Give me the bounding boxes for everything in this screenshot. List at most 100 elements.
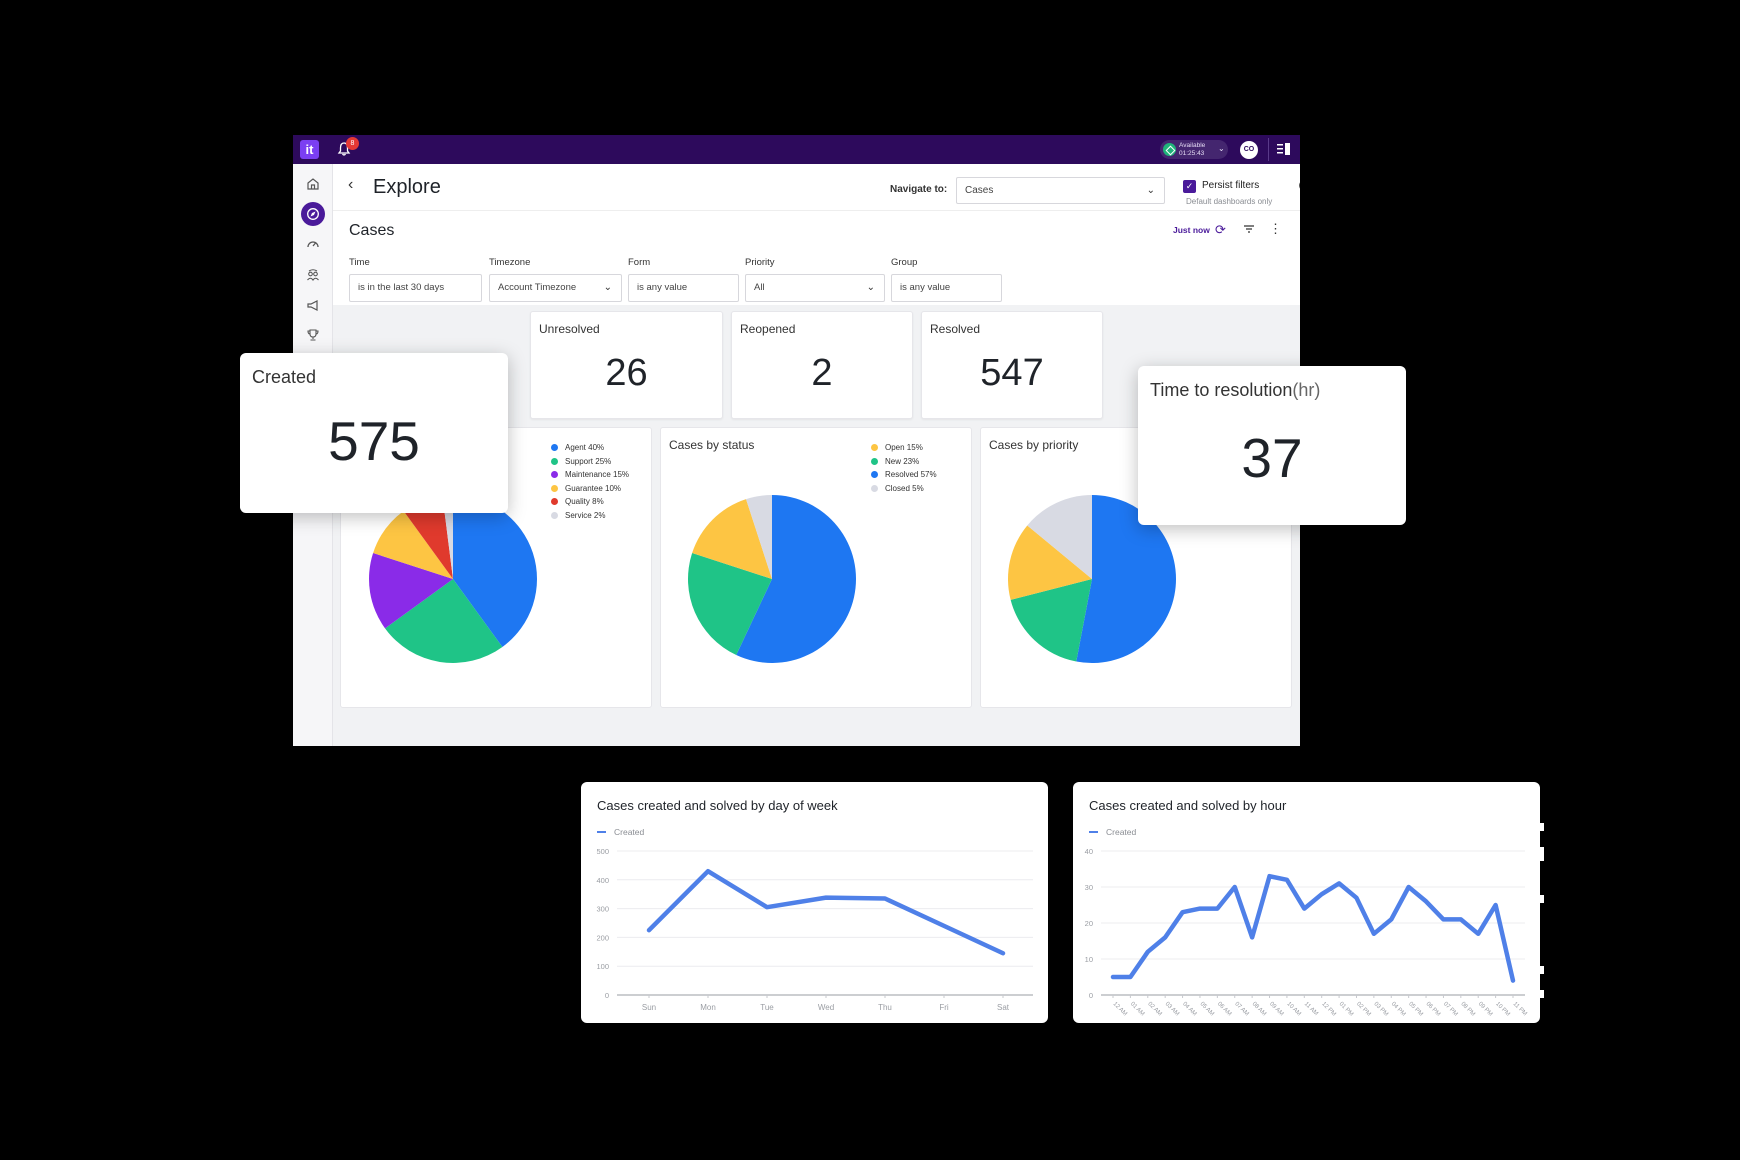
- x-tick-label: 12 PM: [1320, 1001, 1337, 1018]
- app-logo[interactable]: it: [300, 140, 319, 159]
- legend-label: Resolved 57%: [885, 470, 937, 480]
- chevron-down-icon: ⌄: [1218, 144, 1225, 153]
- gauge-icon: [307, 241, 319, 248]
- y-tick-label: 30: [1085, 883, 1093, 892]
- series-line-created[interactable]: [1110, 873, 1516, 983]
- filter-icon[interactable]: [1242, 222, 1256, 236]
- stat-label: Reopened: [740, 322, 796, 336]
- x-tick-label: 09 PM: [1477, 1001, 1494, 1018]
- refresh-icon[interactable]: ⟳: [1215, 222, 1226, 238]
- x-tick-label: 10 PM: [1494, 1001, 1511, 1018]
- last-updated: Just now: [1173, 225, 1210, 235]
- stat-value: 575: [328, 410, 420, 472]
- stat-card-resolved[interactable]: Resolved 547: [921, 311, 1103, 419]
- stat-card-unresolved[interactable]: Unresolved 26: [530, 311, 723, 419]
- x-tick-label: Mon: [700, 1003, 716, 1012]
- x-tick-label: 08 PM: [1459, 1001, 1476, 1018]
- legend-item[interactable]: Service 2%: [551, 509, 629, 523]
- x-tick-label: 06 PM: [1425, 1001, 1442, 1018]
- status-label: Available: [1179, 142, 1206, 149]
- sidebar-item-users[interactable]: [301, 263, 325, 287]
- legend-item[interactable]: Resolved 57%: [871, 468, 937, 482]
- navigate-select[interactable]: Cases ⌄: [956, 177, 1165, 204]
- more-options-icon[interactable]: ⋮: [1269, 221, 1282, 237]
- x-tick-label: 08 AM: [1251, 1001, 1267, 1017]
- legend-label: Created: [1106, 827, 1137, 837]
- filter-group-input[interactable]: is any value: [891, 274, 1002, 302]
- sidebar-item-home[interactable]: [301, 172, 325, 196]
- legend-label: Quality 8%: [565, 497, 604, 507]
- legend-dot: [551, 511, 558, 519]
- x-tick-label: 01 PM: [1338, 1001, 1355, 1018]
- filter-bar: Cases Just now ⟳ ⋮ Time is in the last 3…: [333, 211, 1300, 305]
- x-tick-label: 07 AM: [1233, 1001, 1249, 1017]
- chevron-down-icon: ⌄: [603, 282, 612, 293]
- sidebar-item-campaigns[interactable]: [301, 293, 325, 317]
- filter-timezone-select[interactable]: Account Timezone ⌄: [489, 274, 622, 302]
- notification-badge: 8: [346, 137, 359, 150]
- back-button[interactable]: ‹: [348, 176, 353, 194]
- filter-group: Group is any value: [891, 257, 1002, 302]
- megaphone-icon: [307, 300, 318, 311]
- series-line-created[interactable]: [646, 868, 1006, 956]
- x-tick-label: 09 AM: [1268, 1001, 1284, 1017]
- legend-item[interactable]: Quality 8%: [551, 495, 629, 509]
- legend-dot: [551, 484, 558, 492]
- pie-title: Cases by status: [669, 438, 755, 452]
- status-selector[interactable]: Available 01:25:43 ⌄: [1160, 140, 1228, 159]
- legend-label: Maintenance 15%: [565, 470, 630, 480]
- stat-value: 2: [811, 352, 833, 394]
- chevron-down-icon: ⌄: [1146, 185, 1155, 196]
- info-icon[interactable]: i: [1299, 180, 1300, 191]
- legend-label: Agent 40%: [565, 443, 605, 453]
- legend-dot: [871, 457, 878, 465]
- sidebar-item-explore[interactable]: [301, 202, 325, 226]
- legend-item[interactable]: Open 15%: [871, 441, 937, 455]
- home-icon: [307, 178, 319, 190]
- legend-item[interactable]: Support 25%: [551, 455, 629, 469]
- y-tick-label: 40: [1085, 847, 1093, 856]
- pie-title: Cases by priority: [989, 438, 1079, 452]
- x-tick-label: 11 AM: [1303, 1001, 1319, 1017]
- x-tick-label: Thu: [878, 1003, 892, 1012]
- stat-card-created[interactable]: Created 575: [240, 353, 508, 513]
- legend-item[interactable]: Agent 40%: [551, 441, 629, 455]
- stat-label: Resolved: [930, 322, 981, 336]
- y-tick-label: 300: [596, 905, 609, 914]
- legend-swatch: [1089, 831, 1098, 833]
- sidebar-item-achievements[interactable]: [301, 323, 325, 347]
- line-chart-day-of-week: 0 100 200 300 400 500 Sun Mon Tue Wed Thu Fri Sat: [596, 847, 1033, 1012]
- stat-label: Created: [252, 367, 317, 387]
- x-tick-label: 07 PM: [1442, 1001, 1459, 1018]
- line-chart-hour: 01020304012 AM 01 AM 02 AM 03 AM 04 AM 05 AM 0…: [1085, 847, 1528, 1018]
- legend-item[interactable]: Maintenance 15%: [551, 468, 629, 482]
- legend-dot: [871, 471, 878, 479]
- chevron-down-icon: ⌄: [866, 282, 875, 293]
- legend-label: Guarantee 10%: [565, 483, 622, 493]
- persist-filters-checkbox[interactable]: ✓: [1183, 180, 1196, 193]
- filter-form: Form is any value: [628, 257, 739, 302]
- filter-form-input[interactable]: is any value: [628, 274, 739, 302]
- legend-label: Support 25%: [565, 456, 612, 466]
- side-panel-icon[interactable]: [1277, 143, 1290, 155]
- x-tick-label: Tue: [760, 1003, 774, 1012]
- persist-filters-hint: Default dashboards only: [1186, 197, 1273, 206]
- sidebar-item-dashboard[interactable]: [301, 232, 325, 256]
- stat-card-time-to-resolution[interactable]: Time to resolution(hr) 37: [1138, 366, 1406, 525]
- stat-value: 26: [605, 352, 648, 394]
- x-tick-label: 02 AM: [1146, 1001, 1162, 1017]
- legend-item[interactable]: Guarantee 10%: [551, 482, 629, 496]
- legend-item[interactable]: New 23%: [871, 455, 937, 469]
- legend-dot: [871, 484, 878, 492]
- legend-label: Created: [614, 827, 645, 837]
- x-tick-label: 12 AM: [1112, 1001, 1128, 1017]
- filter-time-input[interactable]: is in the last 30 days: [349, 274, 482, 302]
- pie-chart-type: [369, 495, 537, 663]
- legend-item[interactable]: Closed 5%: [871, 482, 937, 496]
- stat-card-reopened[interactable]: Reopened 2: [731, 311, 913, 419]
- y-tick-label: 10: [1085, 955, 1093, 964]
- y-tick-label: 0: [605, 991, 609, 1000]
- user-avatar[interactable]: CO: [1240, 141, 1258, 159]
- legend-swatch: [597, 831, 606, 833]
- filter-priority-select[interactable]: All ⌄: [745, 274, 885, 302]
